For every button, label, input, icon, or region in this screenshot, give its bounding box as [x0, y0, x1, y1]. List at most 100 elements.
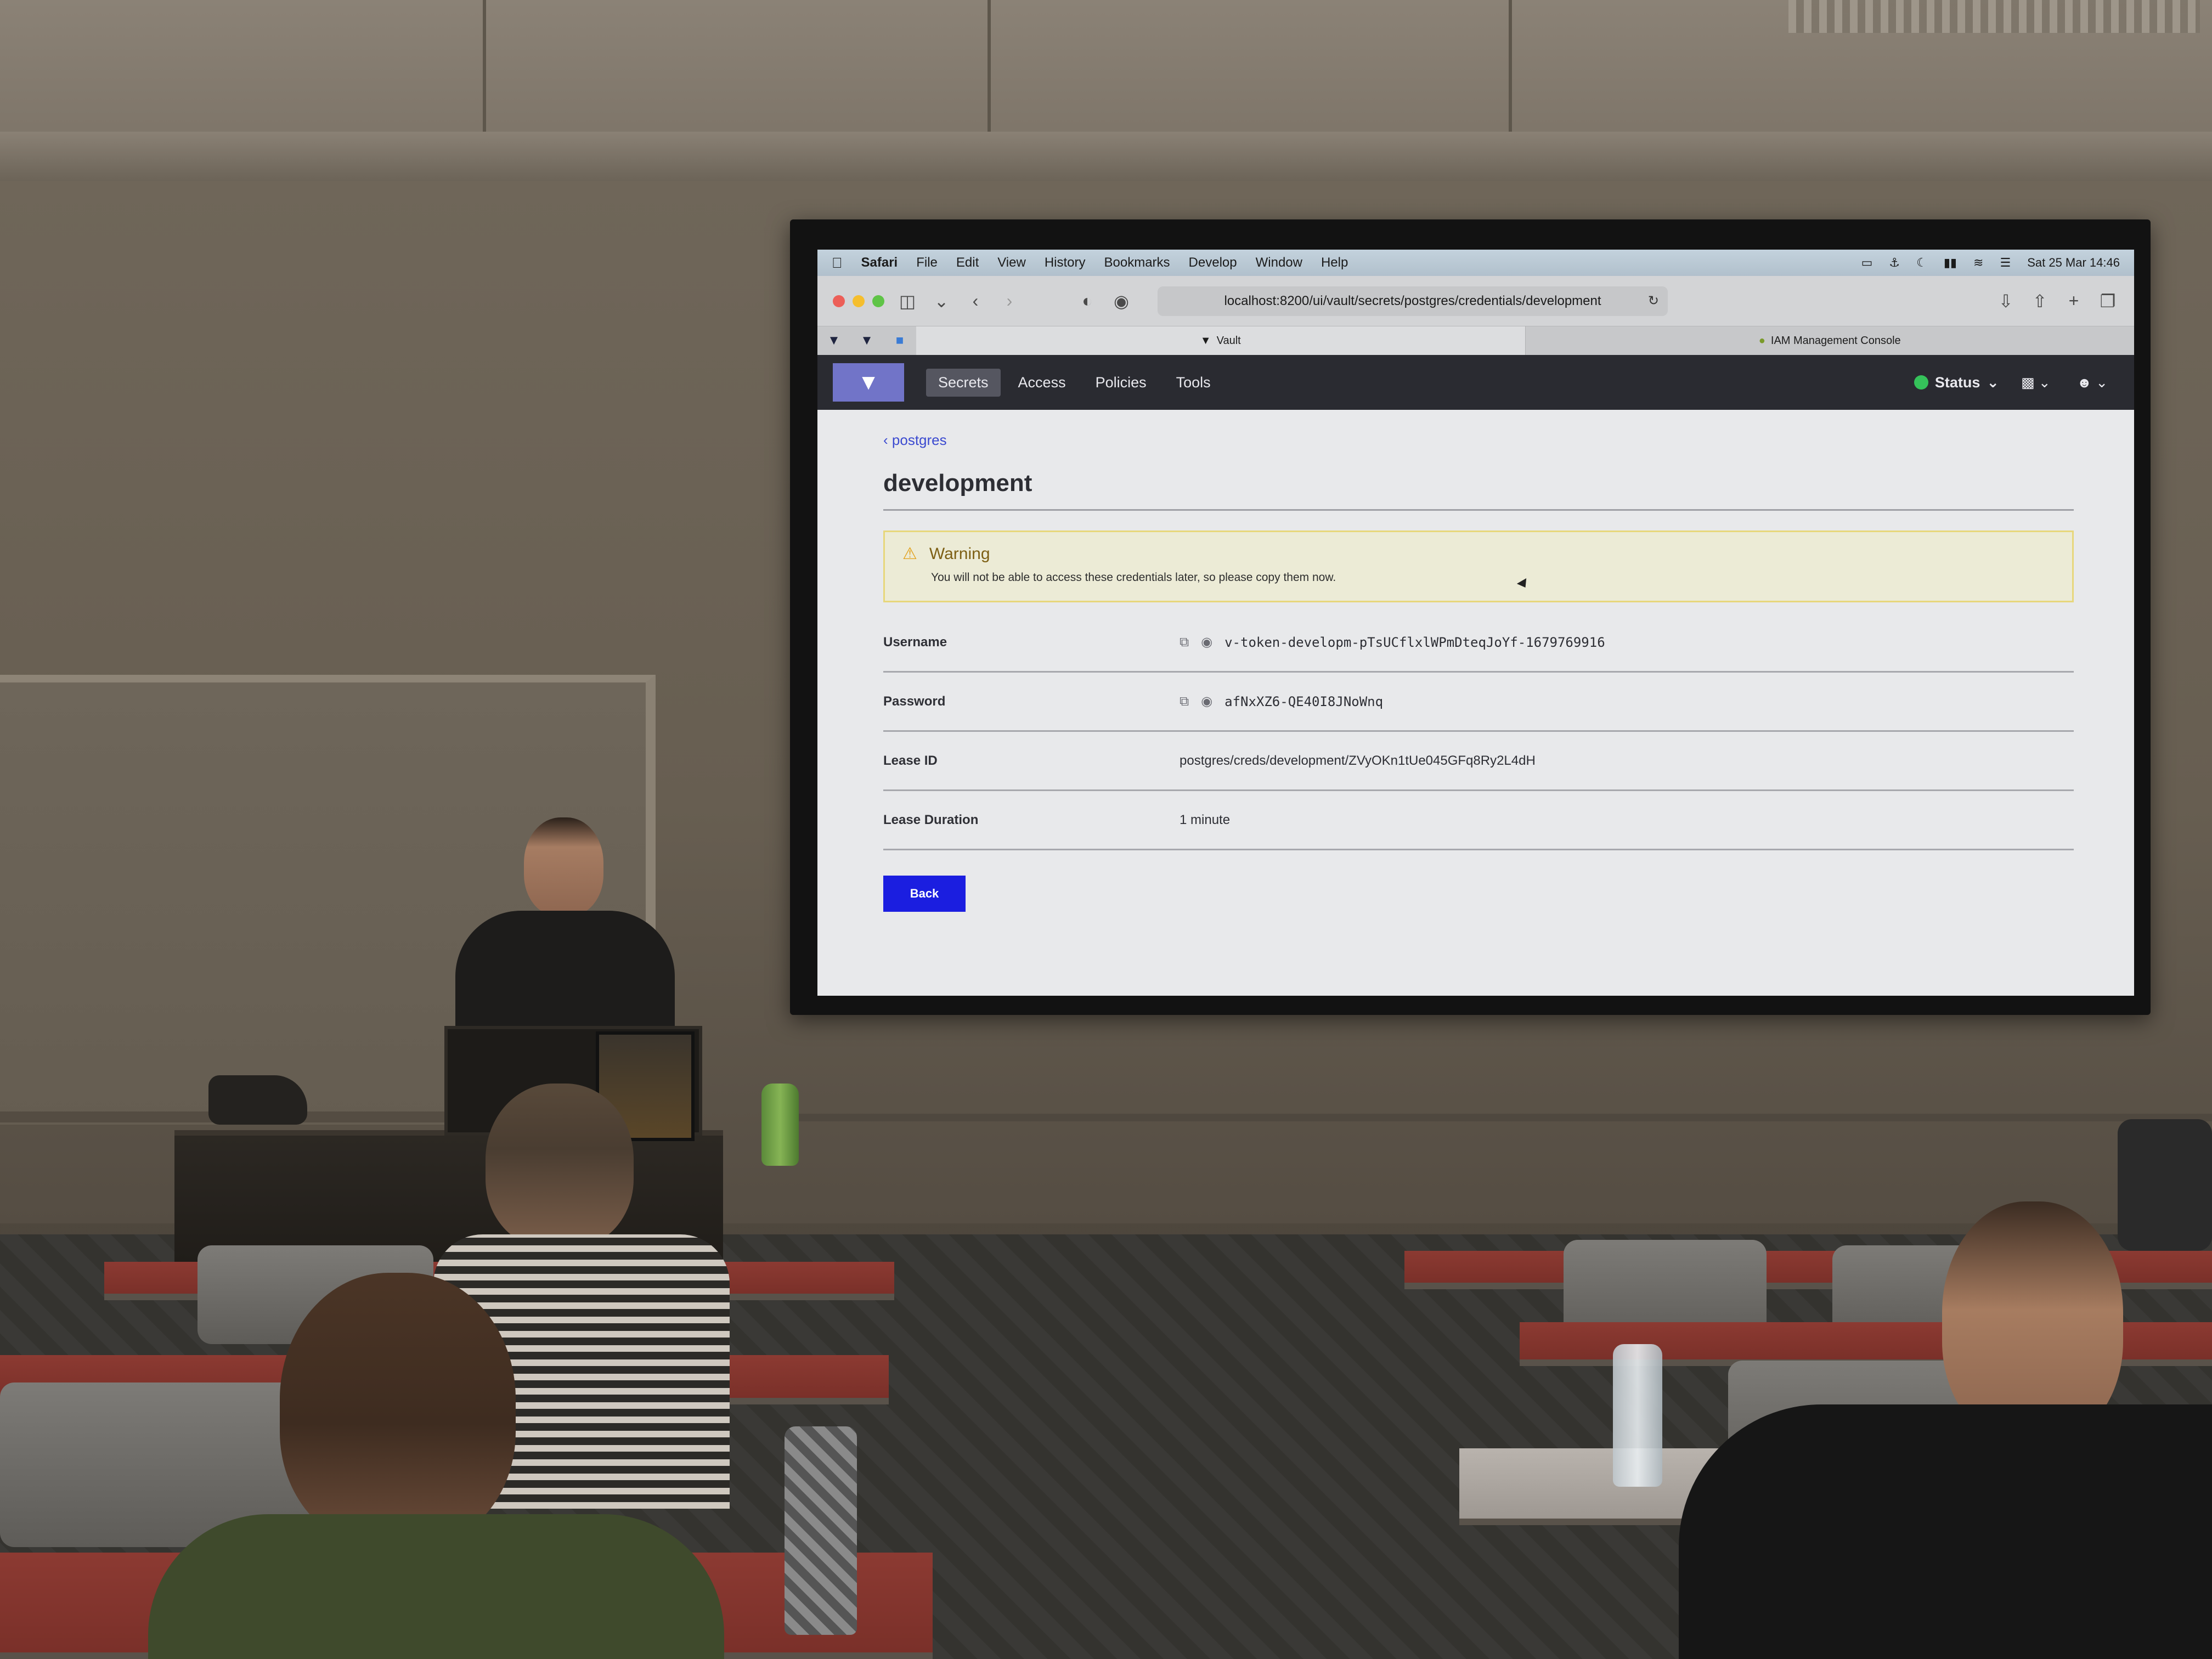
warning-title: Warning — [929, 544, 990, 563]
page-title: development — [883, 470, 2074, 511]
tab-overview-icon[interactable]: ❐ — [2097, 291, 2119, 312]
warning-header: ⚠ Warning — [902, 544, 2055, 563]
menu-view[interactable]: View — [997, 255, 1026, 270]
copy-icon[interactable]: ⧉ — [1180, 635, 1189, 650]
green-water-bottle — [761, 1084, 799, 1166]
wall-rail — [795, 1114, 2212, 1121]
menu-app-name[interactable]: Safari — [861, 255, 898, 270]
field-row-lease-id: Lease ID postgres/creds/development/ZVyO… — [883, 732, 2074, 791]
plastic-water-bottle — [1613, 1344, 1662, 1487]
breadcrumb[interactable]: ‹ postgres — [883, 432, 2074, 449]
vault-logo-icon[interactable]: ▼ — [833, 363, 904, 402]
lease-id-value: postgres/creds/development/ZVyOKn1tUe045… — [1180, 753, 1536, 768]
chevron-down-icon[interactable]: ⌄ — [930, 291, 952, 312]
console-icon[interactable]: ▩ ⌄ — [2021, 374, 2051, 391]
status-menu[interactable]: Status ⌄ — [1914, 374, 1999, 391]
field-label: Username — [883, 634, 947, 650]
nav-access[interactable]: Access — [1006, 369, 1078, 397]
eye-icon[interactable]: ◉ — [1201, 693, 1212, 709]
status-dot-icon — [1914, 375, 1928, 390]
field-row-password: Password ⧉ ◉ afNxXZ6-QE40I8JNoWnq — [883, 673, 2074, 732]
office-chair — [2118, 1119, 2212, 1251]
back-arrow-icon[interactable]: ‹ — [964, 291, 986, 311]
menu-edit[interactable]: Edit — [956, 255, 979, 270]
download-icon[interactable]: ⇩ — [1995, 291, 2017, 312]
menu-window[interactable]: Window — [1256, 255, 1302, 270]
wifi-icon[interactable]: ≋ — [1973, 256, 1983, 270]
field-row-lease-duration: Lease Duration 1 minute — [883, 791, 2074, 850]
steel-water-bottle — [785, 1426, 857, 1635]
apple-icon[interactable]:  — [832, 255, 843, 272]
copy-icon[interactable]: ⧉ — [1180, 694, 1189, 709]
nav-secrets[interactable]: Secrets — [926, 368, 1001, 397]
menu-history[interactable]: History — [1045, 255, 1086, 270]
address-text: localhost:8200/ui/vault/secrets/postgres… — [1224, 293, 1601, 308]
shield-icon[interactable]: ◐ — [1076, 291, 1098, 311]
tab-label: IAM Management Console — [1770, 334, 1901, 347]
bookmark-favorite-icon[interactable]: ■ — [883, 326, 916, 355]
tab-label: Vault — [1216, 334, 1241, 347]
eye-icon[interactable]: ◉ — [1201, 634, 1212, 650]
macos-menu-bar:  Safari File Edit View History Bookmark… — [817, 250, 2134, 276]
field-value-group: ⧉ ◉ v-token-developm-pTsUCflxlWPmDteqJoY… — [1180, 634, 1605, 650]
vault-navbar: ▼ Secrets Access Policies Tools Status ⌄… — [817, 355, 2134, 410]
audience-head — [280, 1273, 516, 1547]
chevron-down-icon: ⌄ — [1987, 374, 2000, 391]
browser-toolbar: ◫ ⌄ ‹ › ◐ ◉ localhost:8200/ui/vault/secr… — [817, 276, 2134, 326]
moon-icon[interactable]: ☾ — [1916, 256, 1927, 270]
vault-tab-icon: ▼ — [1200, 334, 1211, 347]
warning-triangle-icon: ⚠ — [902, 545, 917, 563]
audience-body — [148, 1514, 724, 1659]
lease-duration-value: 1 minute — [1180, 812, 1231, 827]
zoom-window-button[interactable] — [872, 295, 884, 307]
user-menu-icon[interactable]: ☻ ⌄ — [2077, 374, 2108, 391]
nav-policies[interactable]: Policies — [1084, 369, 1159, 397]
breadcrumb-postgres[interactable]: postgres — [892, 432, 947, 448]
battery-icon[interactable]: ▮▮ — [1944, 256, 1957, 270]
warning-message: You will not be able to access these cre… — [931, 571, 1336, 584]
ceiling-beam — [0, 132, 2212, 181]
username-value: v-token-developm-pTsUCflxlWPmDteqJoYf-16… — [1224, 634, 1605, 650]
privacy-icon[interactable]: ◉ — [1110, 291, 1132, 312]
nav-tools[interactable]: Tools — [1164, 369, 1223, 397]
forward-arrow-icon[interactable]: › — [998, 291, 1020, 311]
vault-favorite-icon[interactable]: ▼ — [850, 326, 883, 355]
tab-iam-console[interactable]: ● IAM Management Console — [1526, 326, 2135, 355]
presenter-body — [455, 911, 675, 1042]
menu-tray: ▭ ⚓ ☾ ▮▮ ≋ ☰ Sat 25 Mar 14:46 — [1861, 256, 2120, 270]
field-label: Lease Duration — [883, 812, 979, 827]
tab-vault[interactable]: ▼ Vault — [916, 326, 1526, 355]
menu-develop[interactable]: Develop — [1189, 255, 1237, 270]
conference-camera — [208, 1075, 307, 1125]
field-label: Password — [883, 693, 946, 709]
menu-bookmarks[interactable]: Bookmarks — [1104, 255, 1170, 270]
presenter-head — [524, 817, 603, 916]
minimize-window-button[interactable] — [853, 295, 865, 307]
ceiling-vent — [1788, 0, 2200, 33]
audience-body — [1679, 1404, 2212, 1659]
projected-screen:  Safari File Edit View History Bookmark… — [817, 250, 2134, 996]
menu-help[interactable]: Help — [1321, 255, 1348, 270]
close-window-button[interactable] — [833, 295, 845, 307]
menu-file[interactable]: File — [916, 255, 938, 270]
screen-mirror-icon[interactable]: ▭ — [1861, 256, 1873, 270]
window-controls — [833, 295, 884, 307]
warning-banner: ⚠ Warning You will not be able to access… — [883, 531, 2074, 602]
audience-head — [486, 1084, 634, 1248]
menu-clock[interactable]: Sat 25 Mar 14:46 — [2027, 256, 2120, 270]
password-value: afNxXZ6-QE40I8JNoWnq — [1224, 693, 1384, 709]
vault-favorite-icon[interactable]: ▼ — [817, 326, 850, 355]
address-bar[interactable]: localhost:8200/ui/vault/secrets/postgres… — [1158, 286, 1668, 316]
secret-content: ‹ postgres development ⚠ Warning You wil… — [817, 410, 2134, 912]
control-center-icon[interactable]: ☰ — [2000, 256, 2011, 270]
back-button[interactable]: Back — [883, 876, 966, 912]
share-icon[interactable]: ⇧ — [2029, 291, 2051, 312]
credential-list: Username ⧉ ◉ v-token-developm-pTsUCflxlW… — [883, 613, 2074, 850]
new-tab-icon[interactable]: + — [2063, 291, 2085, 311]
field-label: Lease ID — [883, 753, 938, 768]
docker-icon[interactable]: ⚓ — [1889, 256, 1900, 270]
field-row-username: Username ⧉ ◉ v-token-developm-pTsUCflxlW… — [883, 613, 2074, 673]
sidebar-toggle-icon[interactable]: ◫ — [896, 291, 918, 312]
tab-bar: ▼ ▼ ■ ▼ Vault ● IAM Management Console — [817, 326, 2134, 355]
reload-icon[interactable]: ↻ — [1648, 293, 1659, 309]
